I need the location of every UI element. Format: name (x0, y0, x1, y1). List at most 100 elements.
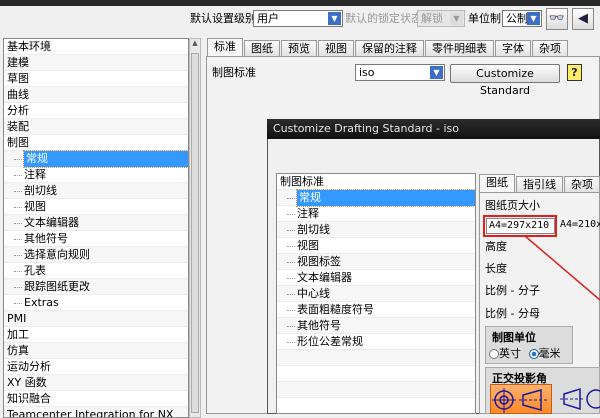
scale-denominator-label: 比例 - 分母 (485, 307, 540, 320)
sidebar-item[interactable]: XY 函数 (4, 375, 188, 391)
unit-inch-label: 英寸 (499, 347, 521, 360)
main-tab[interactable]: 保留的注释 (355, 40, 424, 56)
main-tab[interactable]: 图纸 (244, 40, 280, 56)
binoculars-icon[interactable]: 👓 (546, 8, 568, 30)
main-tab[interactable]: 预览 (281, 40, 317, 56)
sidebar-item[interactable]: 注释 (4, 167, 188, 183)
dialog-tree-item[interactable]: 文本编辑器 (277, 270, 475, 286)
main-tab[interactable]: 字体 (495, 40, 531, 56)
scroll-thumb[interactable] (191, 53, 199, 413)
sidebar-item-label: 制图 (7, 136, 29, 149)
chevron-down-icon: ▼ (430, 66, 443, 79)
sidebar-item-label: 曲线 (7, 88, 29, 101)
sidebar-item-label: 视图 (24, 200, 46, 213)
customize-standard-button[interactable]: Customize Standard (450, 64, 560, 97)
sidebar-item-label: 仿真 (7, 344, 29, 357)
length-label: 长度 (485, 262, 507, 275)
sidebar-item[interactable]: 仿真 (4, 343, 188, 359)
dialog-tab[interactable]: 杂项 (564, 176, 600, 192)
unit-value: 公制 (506, 12, 528, 25)
main-tab[interactable]: 视图 (318, 40, 354, 56)
sidebar-item[interactable]: 视图 (4, 199, 188, 215)
dialog-tree[interactable]: 制图标准 常规 注释 剖切线 视图 视图标签 文本编辑器 中心线 表面粗糙度符号 其他符号形位公差… (276, 173, 476, 414)
chevron-down-icon: ▼ (527, 12, 540, 25)
sidebar-scrollbar[interactable]: ▲ (189, 38, 201, 418)
radio-inch[interactable] (489, 349, 499, 359)
dialog-tabs: 图纸 指引线 杂项 (479, 174, 600, 192)
sidebar-item[interactable]: 曲线 (4, 87, 188, 103)
back-arrow-icon[interactable]: ◀ (572, 8, 594, 30)
level-value: 用户 (257, 12, 279, 25)
sidebar-item[interactable]: 常规 (4, 150, 188, 168)
sidebar-item[interactable]: 制图 (4, 135, 188, 151)
main-tabs: 标准 图纸 预览 视图 保留的注释 零件明细表 字体 杂项 (207, 38, 568, 56)
unit-label: 单位制 (468, 12, 501, 25)
category-tree[interactable]: 基本环境建模草图曲线分析 装配 制图 常规 注释 剖切线视图文本编辑器其他符号 选择意向规则… (3, 38, 189, 418)
sidebar-item-label: 建模 (7, 56, 29, 69)
sidebar-item-label: 孔表 (24, 264, 46, 277)
sidebar-item[interactable]: 知识融合 (4, 391, 188, 407)
window-top-strip (0, 0, 600, 6)
units-group-title: 制图单位 (492, 331, 536, 344)
sidebar-item[interactable]: Extras (4, 295, 188, 311)
lock-value: 解锁 (421, 12, 443, 25)
empty-row (277, 398, 475, 413)
sidebar-item[interactable]: 基本环境 (4, 39, 188, 55)
dialog-tree-item-label: 其他符号 (297, 319, 341, 332)
unit-select[interactable]: 公制 ▼ (502, 10, 542, 27)
sidebar-item-label: 剖切线 (24, 184, 57, 197)
first-angle-projection-button[interactable] (490, 384, 552, 414)
sheet-size-label: 图纸页大小 (485, 199, 540, 212)
sidebar-item[interactable]: PMI (4, 311, 188, 327)
empty-row (277, 366, 475, 382)
dialog-tree-item[interactable]: 常规 (277, 189, 475, 207)
tree-root[interactable]: 制图标准 (277, 174, 475, 190)
third-angle-projection-icon[interactable] (558, 384, 600, 414)
sidebar-item[interactable]: Teamcenter Integration for NX (4, 407, 188, 417)
main-tab[interactable]: 标准 (207, 38, 243, 56)
scroll-up-icon[interactable]: ▲ (190, 39, 200, 47)
level-select[interactable]: 用户 ▼ (253, 10, 343, 27)
height-label: 高度 (485, 240, 507, 253)
sidebar-item[interactable]: 装配 (4, 119, 188, 135)
sidebar-item[interactable]: 孔表 (4, 263, 188, 279)
sidebar-item-label: XY 函数 (7, 376, 47, 389)
level-label: 默认设置级别 (190, 12, 256, 25)
sidebar-item-label: Extras (24, 296, 59, 309)
dialog-tree-item[interactable]: 剖切线 (277, 222, 475, 238)
help-icon[interactable]: ? (567, 64, 582, 81)
sidebar-item-label: 运动分析 (7, 360, 51, 373)
sidebar-item-label: 基本环境 (7, 40, 51, 53)
sidebar-item[interactable]: 其他符号 (4, 231, 188, 247)
dialog-tree-item[interactable]: 中心线 (277, 286, 475, 302)
dialog-tree-item[interactable]: 视图 (277, 238, 475, 254)
radio-mm[interactable] (528, 349, 539, 359)
empty-row (277, 382, 475, 398)
main-tab[interactable]: 零件明细表 (425, 40, 494, 56)
dialog-tab[interactable]: 图纸 (479, 174, 515, 192)
sidebar-item[interactable]: 剖切线 (4, 183, 188, 199)
dialog-tree-item-label: 形位公差常规 (297, 335, 363, 348)
lock-select[interactable]: 解锁 ▼ (417, 10, 465, 27)
sidebar-item[interactable]: 选择意向规则 (4, 247, 188, 263)
units-group: 制图单位 英寸 毫米 (485, 326, 573, 364)
dialog-tab[interactable]: 指引线 (516, 176, 563, 192)
sidebar-item[interactable]: 草图 (4, 71, 188, 87)
standard-select[interactable]: iso ▼ (355, 64, 445, 81)
sidebar-item[interactable]: 跟踪图纸更改 (4, 279, 188, 295)
sidebar-item-label: 文本编辑器 (24, 216, 79, 229)
sidebar-item[interactable]: 文本编辑器 (4, 215, 188, 231)
sidebar-item[interactable]: 加工 (4, 327, 188, 343)
dialog-tree-item[interactable]: 其他符号 (277, 318, 475, 334)
sidebar-item[interactable]: 分析 (4, 103, 188, 119)
sidebar-item-label: 草图 (7, 72, 29, 85)
empty-row (277, 350, 475, 366)
dialog-tree-item[interactable]: 表面粗糙度符号 (277, 302, 475, 318)
sidebar-item[interactable]: 建模 (4, 55, 188, 71)
dialog-tree-item-label: 常规 (296, 189, 475, 207)
sidebar-item[interactable]: 运动分析 (4, 359, 188, 375)
main-tab[interactable]: 杂项 (532, 40, 568, 56)
dialog-tree-item[interactable]: 注释 (277, 206, 475, 222)
dialog-tree-item[interactable]: 形位公差常规 (277, 334, 475, 350)
dialog-tree-item[interactable]: 视图标签 (277, 254, 475, 270)
